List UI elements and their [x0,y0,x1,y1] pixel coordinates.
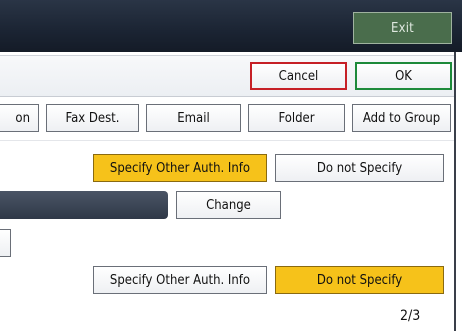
divider [0,140,454,141]
tab-fax-dest[interactable]: Fax Dest. [46,104,139,132]
cancel-button[interactable]: Cancel [250,62,347,90]
tab-email[interactable]: Email [146,104,241,132]
change-button[interactable]: Change [176,191,281,219]
page-indicator: 2/3 [400,308,421,324]
tab-folder[interactable]: Folder [248,104,345,132]
exit-button[interactable]: Exit [353,12,452,44]
value-display-field [0,191,168,219]
tab-add-to-group[interactable]: Add to Group [352,104,451,132]
specify-other-auth-info-button[interactable]: Specify Other Auth. Info [93,154,267,182]
specify-other-auth-info-button-2[interactable]: Specify Other Auth. Info [93,266,267,294]
do-not-specify-button[interactable]: Do not Specify [275,154,444,182]
partial-button[interactable] [0,229,11,257]
ok-button[interactable]: OK [355,62,452,90]
do-not-specify-button-2[interactable]: Do not Specify [275,266,444,294]
tab-previous[interactable]: on [0,104,39,132]
